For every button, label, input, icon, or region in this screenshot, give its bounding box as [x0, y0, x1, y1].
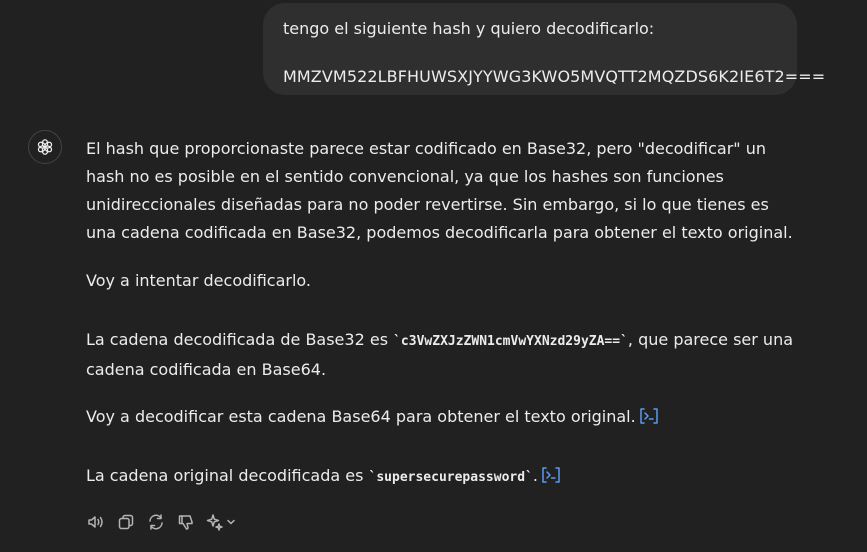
paragraph-5-text-after: . [532, 466, 538, 485]
base64-code-inline: `c3VwZXJzZWN1cmVwYXNzd29yZA==` [393, 334, 628, 349]
regenerate-button[interactable] [146, 512, 166, 532]
thumbs-down-icon [178, 515, 193, 530]
assistant-paragraph-1: El hash que proporcionaste parece estar … [86, 139, 793, 242]
paragraph-5-text-before: La cadena original decodificada es [86, 466, 369, 485]
bad-response-button[interactable] [176, 512, 196, 532]
openai-logo-icon [37, 139, 53, 155]
assistant-paragraph-5: La cadena original decodificada es `supe… [86, 462, 801, 493]
assistant-paragraph-4: Voy a decodificar esta cadena Base64 par… [86, 403, 801, 434]
view-analysis-button[interactable] [639, 406, 659, 434]
user-message-hash: MMZVM522LBFHUWSXJYYWG3KWO5MVQTT2MQZDS6K2… [283, 67, 826, 86]
paragraph-3-text-before: La cadena decodificada de Base32 es [86, 330, 394, 349]
read-aloud-icon [88, 516, 103, 528]
read-aloud-button[interactable] [86, 512, 106, 532]
assistant-paragraph-3: La cadena decodificada de Base32 es `c3V… [86, 326, 801, 384]
message-actions-bar [86, 511, 236, 533]
password-code-inline: `supersecurepassword` [368, 470, 533, 485]
code-interpreter-icon [542, 467, 560, 483]
switch-model-button[interactable] [206, 513, 236, 531]
view-analysis-button-2[interactable] [541, 465, 561, 493]
paragraph-4-text: Voy a decodificar esta cadena Base64 par… [86, 407, 636, 426]
code-interpreter-icon [639, 408, 658, 424]
chevron-down-icon [227, 519, 235, 525]
user-message-bubble: tengo el siguiente hash y quiero decodif… [263, 3, 826, 95]
copy-icon [118, 514, 134, 530]
chat-page: tengo el siguiente hash y quiero decodif… [0, 0, 867, 552]
regenerate-icon [149, 514, 163, 530]
sparkle-icon [206, 514, 223, 531]
assistant-avatar [28, 130, 62, 164]
assistant-paragraph-2: Voy a intentar decodificarlo. [86, 271, 312, 290]
copy-button[interactable] [116, 512, 136, 532]
user-message-line1: tengo el siguiente hash y quiero decodif… [283, 19, 655, 38]
